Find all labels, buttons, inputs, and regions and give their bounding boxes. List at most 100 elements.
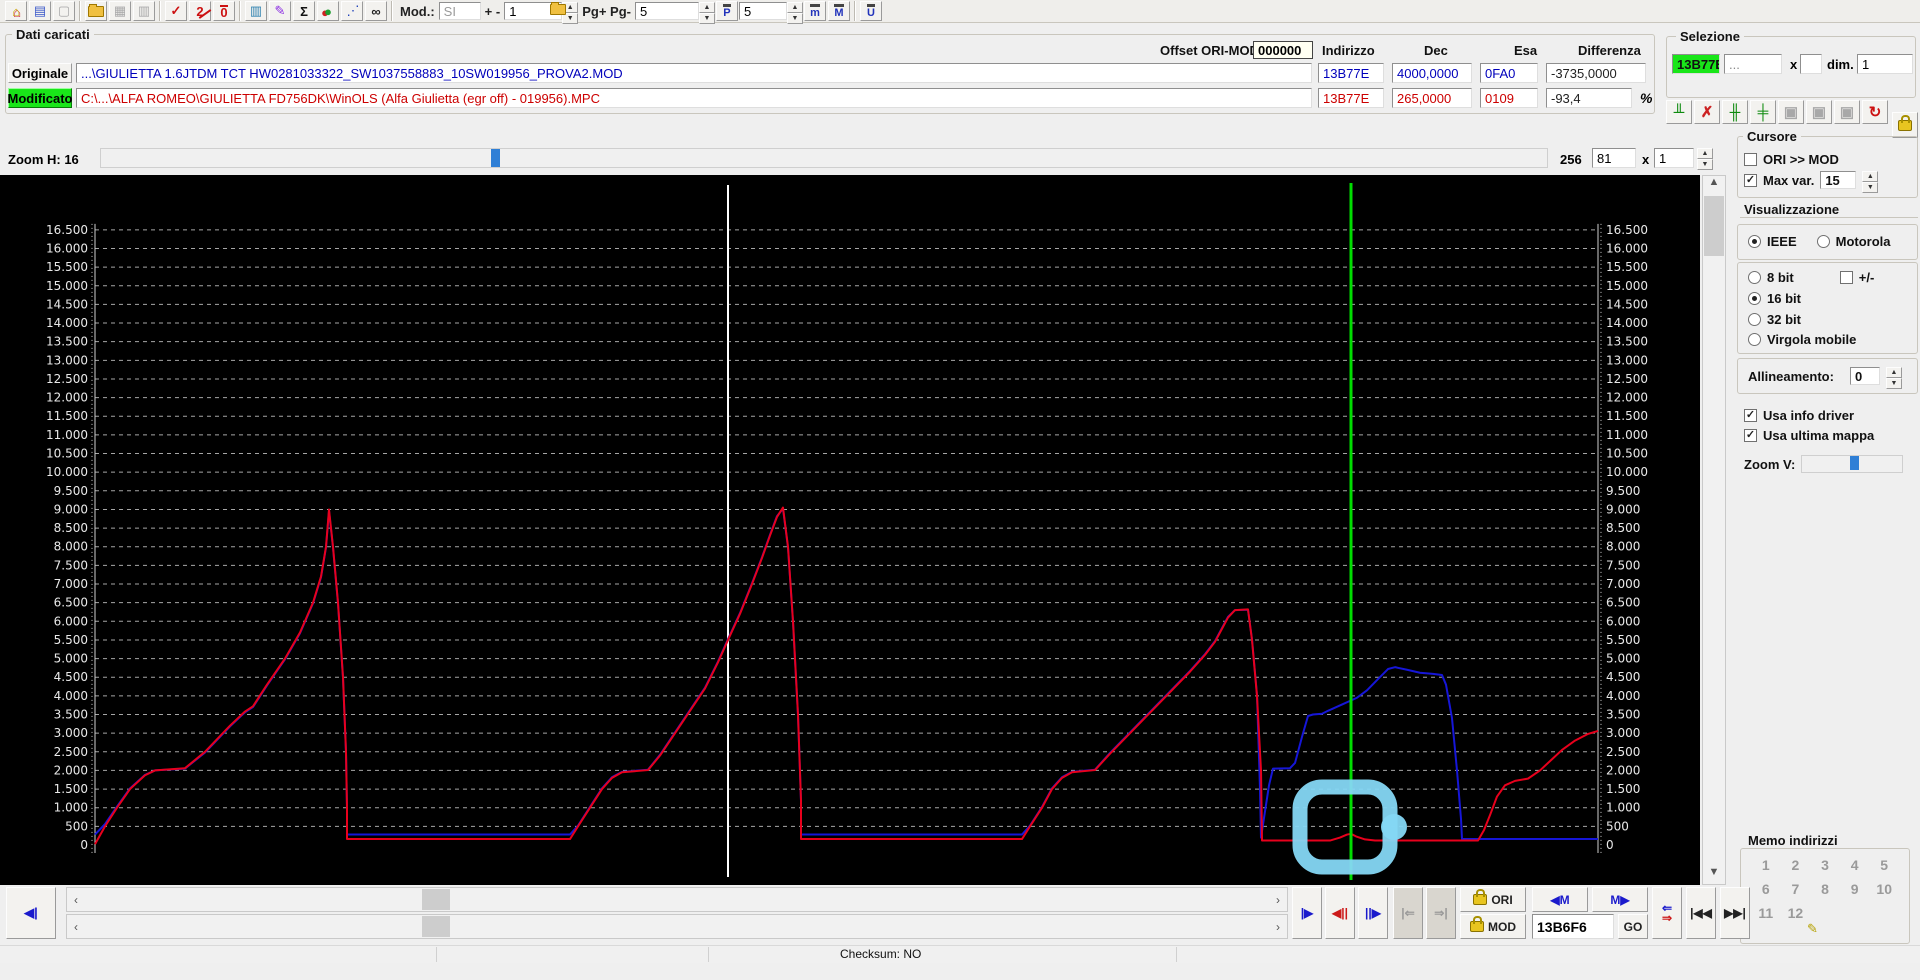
- lock-button[interactable]: [1892, 112, 1918, 138]
- ruler-M-icon[interactable]: M: [827, 1, 850, 21]
- ruler-m-icon[interactable]: m: [803, 1, 826, 21]
- axis-both-icon-button[interactable]: ╨: [1666, 100, 1692, 124]
- last-button[interactable]: ▶▶|: [1720, 887, 1750, 939]
- ieee-radio[interactable]: [1748, 235, 1761, 248]
- step-forward-button[interactable]: |▶: [1292, 887, 1322, 939]
- hscrollbar-mod[interactable]: ‹ ›: [66, 914, 1288, 939]
- memo-slot-3[interactable]: 3: [1810, 857, 1840, 873]
- axis-delete-icon-button[interactable]: ✗: [1694, 100, 1720, 124]
- originale-dec[interactable]: 4000,0000: [1392, 63, 1472, 83]
- prev-map-button[interactable]: ◀M: [1532, 887, 1588, 912]
- memo-slot-1[interactable]: 1: [1751, 857, 1781, 873]
- usa-mappa-row[interactable]: ✓ Usa ultima mappa: [1744, 428, 1874, 443]
- axis-h-icon-button[interactable]: ╪: [1750, 100, 1776, 124]
- memo-slot-2[interactable]: 2: [1781, 857, 1811, 873]
- memo-slot-4[interactable]: 4: [1840, 857, 1870, 873]
- zoom-v-thumb[interactable]: [1850, 456, 1860, 470]
- pg-input[interactable]: 5: [634, 2, 699, 20]
- align-ori-mod-icon[interactable]: ⇐ ⇒: [1652, 887, 1682, 939]
- page-icon-button[interactable]: ▢: [53, 1, 75, 21]
- usa-mappa-checkbox[interactable]: ✓: [1744, 429, 1757, 442]
- usa-driver-checkbox[interactable]: ✓: [1744, 409, 1757, 422]
- binoculars-icon-button[interactable]: ∞: [365, 1, 387, 21]
- p-spinner[interactable]: ▲ ▼: [786, 2, 803, 24]
- shapes-icon-button[interactable]: ●: [317, 1, 339, 21]
- motorola-radio[interactable]: [1816, 235, 1830, 248]
- zoom-v-row[interactable]: Zoom V:: [1744, 455, 1904, 473]
- virgola-radio[interactable]: [1748, 333, 1761, 346]
- bit8-radio[interactable]: [1748, 271, 1761, 284]
- originale-path-field[interactable]: ...\GIULIETTA 1.6JTDM TCT HW0281033322_S…: [76, 63, 1312, 83]
- allineamento-row[interactable]: Allineamento: 0 ▲ ▼: [1748, 367, 1902, 389]
- vscroll-thumb[interactable]: [1704, 196, 1724, 256]
- p-pages-icon[interactable]: P: [715, 1, 738, 21]
- memo-slot-8[interactable]: 8: [1810, 881, 1840, 897]
- scroll-right-icon[interactable]: ›: [1269, 915, 1287, 938]
- open-folder-icon-button[interactable]: [85, 1, 107, 21]
- home-icon-button[interactable]: ⌂: [5, 1, 27, 21]
- originale-differenza[interactable]: -3735,0000: [1546, 63, 1646, 83]
- max-var-checkbox[interactable]: ✓: [1744, 173, 1757, 187]
- bit16-radio[interactable]: [1748, 292, 1761, 305]
- first-button[interactable]: |◀◀: [1686, 887, 1716, 939]
- memo-slot-11[interactable]: 11: [1751, 905, 1781, 921]
- goto-address-input[interactable]: 13B6F6: [1532, 914, 1614, 939]
- axis-h-plus-icon-button[interactable]: ╫: [1722, 100, 1748, 124]
- collapse-left-button[interactable]: ◀|: [6, 887, 56, 939]
- scroll-left-icon[interactable]: ‹: [67, 888, 85, 911]
- reset-icon-button[interactable]: ↻: [1862, 100, 1888, 124]
- mod-lock-button[interactable]: MOD: [1460, 914, 1526, 939]
- modificato-esa[interactable]: 0109: [1480, 88, 1538, 108]
- modificato-button[interactable]: Modificato: [8, 88, 73, 108]
- scroll-left-icon[interactable]: ‹: [67, 915, 85, 938]
- scroll-down-icon[interactable]: ▼: [1703, 866, 1725, 884]
- import-icon-button[interactable]: ▦: [109, 1, 131, 21]
- hscroll-thumb-ori[interactable]: [422, 889, 450, 910]
- next-map-button[interactable]: M▶: [1592, 887, 1648, 912]
- originale-indirizzo[interactable]: 13B77E: [1318, 63, 1384, 83]
- max-var-spinner[interactable]: ▲ ▼: [1862, 171, 1879, 193]
- paste-ori-icon-button[interactable]: ▣: [1778, 100, 1804, 124]
- selezione-x-field[interactable]: [1800, 54, 1822, 74]
- hscrollbar-ori[interactable]: ‹ ›: [66, 887, 1288, 912]
- max-var-value[interactable]: 15: [1820, 171, 1857, 189]
- bit8-row[interactable]: 8 bit +/-: [1748, 270, 1874, 285]
- modificato-path-field[interactable]: C:\...\ALFA ROMEO\GIULIETTA FD756DK\WinO…: [76, 88, 1312, 108]
- zero-values-icon-button[interactable]: 0: [213, 1, 235, 21]
- ori-lock-button[interactable]: ORI: [1460, 887, 1526, 912]
- originale-esa[interactable]: 0FA0: [1480, 63, 1538, 83]
- max-var-row[interactable]: ✓ Max var. 15 ▲ ▼: [1744, 171, 1879, 193]
- jump-end-button[interactable]: ⇒|: [1426, 887, 1456, 939]
- p-input[interactable]: 5: [738, 2, 787, 20]
- selezione-addr[interactable]: 13B77E: [1672, 54, 1720, 74]
- edit-map-icon-button[interactable]: ✎: [269, 1, 291, 21]
- graph-view[interactable]: 16.500 16.500 16.000 16.000 15.500 15.500 15.0…: [0, 175, 1700, 885]
- memo-slot-9[interactable]: 9: [1840, 881, 1870, 897]
- bit32-radio[interactable]: [1748, 313, 1761, 326]
- allineamento-value[interactable]: 0: [1849, 367, 1880, 385]
- memo-slot-6[interactable]: 6: [1751, 881, 1781, 897]
- modificato-differenza[interactable]: -93,4: [1546, 88, 1632, 108]
- mod-input[interactable]: SI: [438, 2, 481, 20]
- memo-slot-5[interactable]: 5: [1869, 857, 1899, 873]
- sum-icon-button[interactable]: Σ: [293, 1, 315, 21]
- signed-checkbox[interactable]: [1839, 271, 1853, 284]
- ori-mod-checkbox-row[interactable]: ORI >> MOD: [1744, 152, 1839, 167]
- selezione-dim-value[interactable]: 1: [1857, 54, 1913, 74]
- go-button[interactable]: GO: [1618, 914, 1648, 939]
- allineamento-spinner[interactable]: ▲ ▼: [1885, 367, 1902, 389]
- ori-mod-checkbox[interactable]: [1744, 153, 1757, 166]
- memo-slot-7[interactable]: 7: [1781, 881, 1811, 897]
- map-2d-icon-button[interactable]: 2: [189, 1, 211, 21]
- originale-button[interactable]: Originale: [8, 63, 72, 83]
- memo-edit-icon[interactable]: ✎: [1807, 921, 1818, 937]
- paste-all-icon-button[interactable]: ▣: [1834, 100, 1860, 124]
- step-back-button[interactable]: ◀||: [1325, 887, 1355, 939]
- memo-slot-12[interactable]: 12: [1781, 905, 1811, 921]
- zoom-h-1[interactable]: 1: [1654, 148, 1694, 168]
- copy-pages-icon-button[interactable]: ▤: [29, 1, 51, 21]
- zoom-h-thumb[interactable]: [491, 149, 500, 167]
- bit32-row[interactable]: 32 bit: [1748, 312, 1801, 327]
- export-icon-button[interactable]: ▥: [133, 1, 155, 21]
- hscroll-thumb-mod[interactable]: [422, 916, 450, 937]
